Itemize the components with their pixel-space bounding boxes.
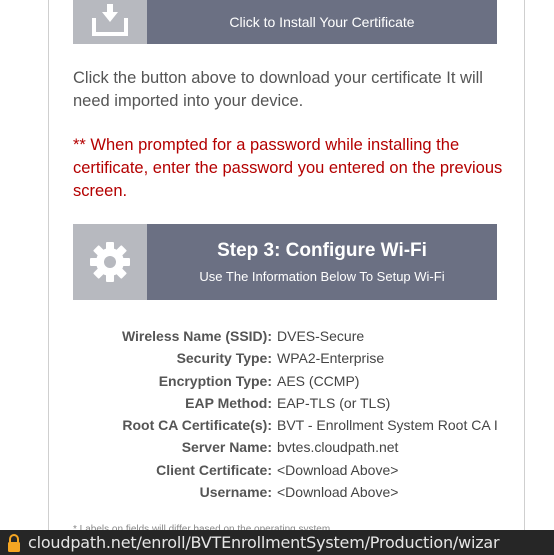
download-tray-icon bbox=[73, 0, 147, 44]
address-bar[interactable]: cloudpath.net/enroll/BVTEnrollmentSystem… bbox=[0, 530, 554, 555]
info-label: EAP Method: bbox=[185, 394, 272, 411]
info-value: bvtes.cloudpath.net bbox=[277, 439, 399, 456]
info-row-eap-method: EAP Method: EAP-TLS (or TLS) bbox=[66, 392, 498, 414]
password-warning: ** When prompted for a password while in… bbox=[73, 136, 503, 200]
info-row-username: Username: <Download Above> bbox=[66, 481, 498, 503]
lock-icon bbox=[0, 533, 28, 552]
info-value: EAP-TLS (or TLS) bbox=[277, 394, 391, 411]
url-text[interactable]: cloudpath.net/enroll/BVTEnrollmentSystem… bbox=[28, 533, 500, 552]
info-label: Client Certificate: bbox=[156, 461, 272, 478]
download-instructions: Click the button above to download your … bbox=[73, 69, 483, 110]
info-value: WPA2-Enterprise bbox=[277, 350, 385, 367]
info-label: Encryption Type: bbox=[158, 372, 272, 389]
info-row-server-name: Server Name: bvtes.cloudpath.net bbox=[66, 436, 498, 458]
install-button-label: Click to Install Your Certificate bbox=[229, 14, 415, 30]
wifi-info-table: Wireless Name (SSID): DVES-Secure Securi… bbox=[66, 325, 498, 503]
info-label: Wireless Name (SSID): bbox=[121, 328, 272, 344]
step3-title: Step 3: Configure Wi-Fi bbox=[217, 240, 427, 261]
info-row-client-certificate: Client Certificate: <Download Above> bbox=[66, 459, 498, 481]
install-certificate-button[interactable]: Click to Install Your Certificate bbox=[73, 0, 497, 44]
step3-subtitle: Use The Information Below To Setup Wi-Fi bbox=[199, 269, 445, 284]
info-label: Security Type: bbox=[176, 350, 272, 367]
info-label: Root CA Certificate(s): bbox=[122, 417, 272, 434]
info-value: BVT - Enrollment System Root CA I bbox=[277, 417, 498, 434]
step3-header: Step 3: Configure Wi-Fi Use The Informat… bbox=[73, 224, 497, 300]
info-row-encryption-type: Encryption Type: AES (CCMP) bbox=[66, 370, 498, 392]
gear-icon bbox=[73, 224, 147, 300]
info-label: Username: bbox=[199, 484, 272, 501]
info-row-root-ca: Root CA Certificate(s): BVT - Enrollment… bbox=[66, 414, 498, 436]
info-label: Server Name: bbox=[181, 439, 272, 456]
info-value: DVES-Secure bbox=[277, 328, 365, 344]
info-value: AES (CCMP) bbox=[277, 372, 360, 389]
info-value: <Download Above> bbox=[277, 484, 399, 501]
info-row-security-type: Security Type: WPA2-Enterprise bbox=[66, 347, 498, 369]
info-value: <Download Above> bbox=[277, 461, 399, 478]
info-row-ssid: Wireless Name (SSID): DVES-Secure bbox=[66, 325, 498, 347]
